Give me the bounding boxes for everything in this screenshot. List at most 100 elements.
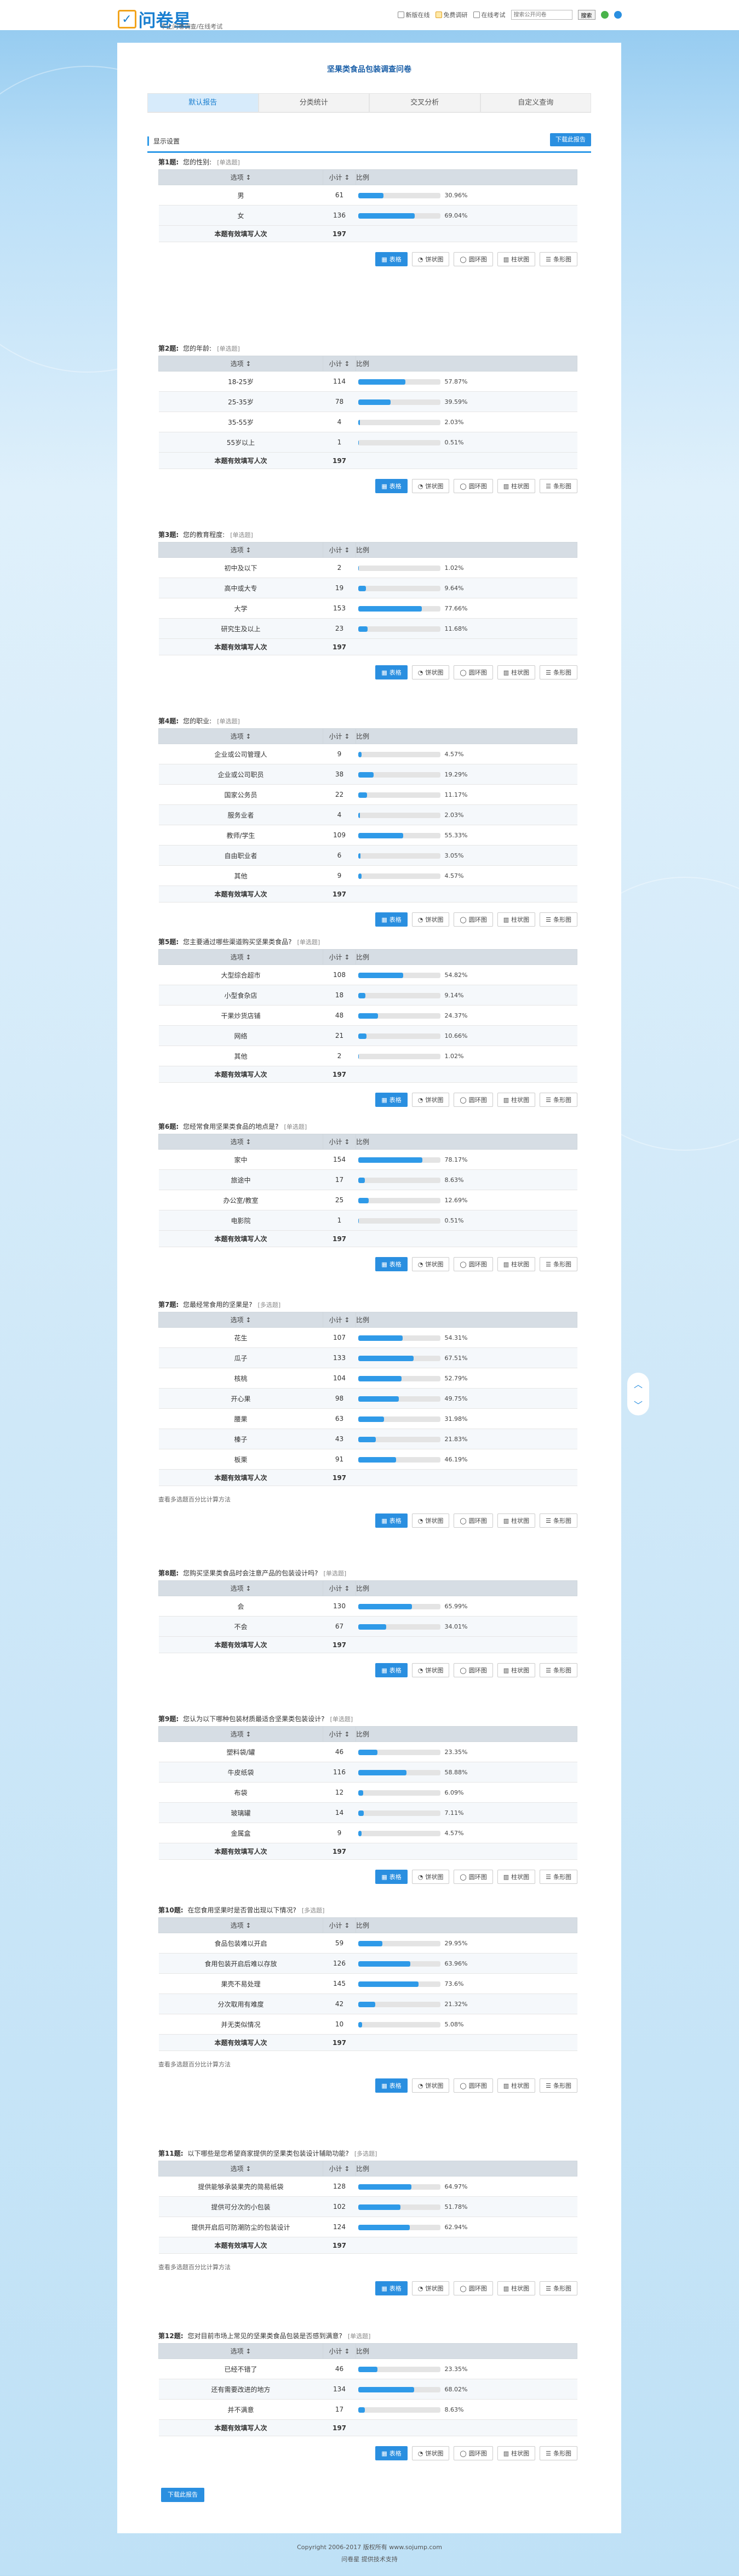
pie-chart-button[interactable]: ◔ 饼状图 <box>411 479 450 493</box>
bar-chart-button[interactable]: ☰ 条形图 <box>540 665 577 679</box>
col-option[interactable]: 选项 ↕ <box>158 728 323 744</box>
table-button[interactable]: ▦ 表格 <box>375 2078 408 2093</box>
pie-chart-button[interactable]: ◔ 饼状图 <box>411 2446 450 2460</box>
col-option[interactable]: 选项 ↕ <box>158 1580 323 1596</box>
donut-chart-button[interactable]: ◯ 圆环图 <box>454 912 493 927</box>
donut-chart-button[interactable]: ◯ 圆环图 <box>454 2446 493 2460</box>
pie-chart-button[interactable]: ◔ 饼状图 <box>411 1257 450 1271</box>
donut-chart-button[interactable]: ◯ 圆环图 <box>454 665 493 679</box>
table-button[interactable]: ▦ 表格 <box>375 2446 408 2460</box>
bar-chart-button[interactable]: ☰ 条形图 <box>540 252 577 266</box>
column-chart-button[interactable]: ▥ 柱状图 <box>497 2446 536 2460</box>
table-button[interactable]: ▦ 表格 <box>375 1257 408 1271</box>
column-chart-button[interactable]: ▥ 柱状图 <box>497 912 536 927</box>
share-icon[interactable] <box>600 11 609 19</box>
multi-choice-note-link[interactable]: 查看多选题百分比计算方法 <box>158 2263 577 2271</box>
multi-choice-note-link[interactable]: 查看多选题百分比计算方法 <box>158 2060 577 2069</box>
col-option[interactable]: 选项 ↕ <box>158 1726 323 1742</box>
table-button[interactable]: ▦ 表格 <box>375 1093 408 1107</box>
column-chart-button[interactable]: ▥ 柱状图 <box>497 2281 536 2295</box>
scroll-down-icon[interactable]: ﹀ <box>634 1398 643 1411</box>
col-count[interactable]: 小计 ↕ <box>323 949 356 965</box>
table-button[interactable]: ▦ 表格 <box>375 252 408 266</box>
column-chart-button[interactable]: ▥ 柱状图 <box>497 1870 536 1884</box>
top-link-new[interactable]: 新版在线 <box>397 10 430 19</box>
col-option[interactable]: 选项 ↕ <box>158 542 323 558</box>
col-count[interactable]: 小计 ↕ <box>323 1312 356 1328</box>
table-button[interactable]: ▦ 表格 <box>375 665 408 679</box>
tab-category-stats[interactable]: 分类统计 <box>258 93 369 112</box>
tab-default-report[interactable]: 默认报告 <box>147 93 259 112</box>
col-option[interactable]: 选项 ↕ <box>158 169 323 185</box>
column-chart-button[interactable]: ▥ 柱状图 <box>497 2078 536 2093</box>
table-button[interactable]: ▦ 表格 <box>375 912 408 927</box>
column-chart-button[interactable]: ▥ 柱状图 <box>497 1513 536 1528</box>
donut-chart-button[interactable]: ◯ 圆环图 <box>454 2078 493 2093</box>
donut-chart-button[interactable]: ◯ 圆环图 <box>454 1513 493 1528</box>
table-button[interactable]: ▦ 表格 <box>375 2281 408 2295</box>
bar-chart-button[interactable]: ☰ 条形图 <box>540 1513 577 1528</box>
column-chart-button[interactable]: ▥ 柱状图 <box>497 665 536 679</box>
col-option[interactable]: 选项 ↕ <box>158 949 323 965</box>
download-report-button[interactable]: 下载此报告 <box>550 133 591 146</box>
multi-choice-note-link[interactable]: 查看多选题百分比计算方法 <box>158 1495 577 1504</box>
col-option[interactable]: 选项 ↕ <box>158 2343 323 2359</box>
top-link-exam[interactable]: 在线考试 <box>473 10 506 19</box>
bar-chart-button[interactable]: ☰ 条形图 <box>540 2446 577 2460</box>
col-option[interactable]: 选项 ↕ <box>158 356 323 372</box>
donut-chart-button[interactable]: ◯ 圆环图 <box>454 252 493 266</box>
pie-chart-button[interactable]: ◔ 饼状图 <box>411 2078 450 2093</box>
pie-chart-button[interactable]: ◔ 饼状图 <box>411 1513 450 1528</box>
col-count[interactable]: 小计 ↕ <box>323 542 356 558</box>
table-button[interactable]: ▦ 表格 <box>375 1513 408 1528</box>
pie-chart-button[interactable]: ◔ 饼状图 <box>411 252 450 266</box>
col-option[interactable]: 选项 ↕ <box>158 1134 323 1150</box>
bar-chart-button[interactable]: ☰ 条形图 <box>540 1870 577 1884</box>
table-button[interactable]: ▦ 表格 <box>375 479 408 493</box>
tab-cross-analysis[interactable]: 交叉分析 <box>369 93 480 112</box>
column-chart-button[interactable]: ▥ 柱状图 <box>497 1257 536 1271</box>
column-chart-button[interactable]: ▥ 柱状图 <box>497 252 536 266</box>
bar-chart-button[interactable]: ☰ 条形图 <box>540 1663 577 1677</box>
display-settings-link[interactable]: 显示设置 <box>147 136 180 146</box>
pie-chart-button[interactable]: ◔ 饼状图 <box>411 912 450 927</box>
donut-chart-button[interactable]: ◯ 圆环图 <box>454 479 493 493</box>
pie-chart-button[interactable]: ◔ 饼状图 <box>411 2281 450 2295</box>
pie-chart-button[interactable]: ◔ 饼状图 <box>411 1663 450 1677</box>
bar-chart-button[interactable]: ☰ 条形图 <box>540 479 577 493</box>
pie-chart-button[interactable]: ◔ 饼状图 <box>411 1870 450 1884</box>
pie-chart-button[interactable]: ◔ 饼状图 <box>411 665 450 679</box>
column-chart-button[interactable]: ▥ 柱状图 <box>497 1663 536 1677</box>
bar-chart-button[interactable]: ☰ 条形图 <box>540 1093 577 1107</box>
col-count[interactable]: 小计 ↕ <box>323 2161 356 2177</box>
column-chart-button[interactable]: ▥ 柱状图 <box>497 479 536 493</box>
table-button[interactable]: ▦ 表格 <box>375 1870 408 1884</box>
search-input[interactable] <box>511 10 572 20</box>
col-count[interactable]: 小计 ↕ <box>323 1726 356 1742</box>
col-count[interactable]: 小计 ↕ <box>323 2343 356 2359</box>
tab-custom-query[interactable]: 自定义查询 <box>480 93 591 112</box>
table-button[interactable]: ▦ 表格 <box>375 1663 408 1677</box>
donut-chart-button[interactable]: ◯ 圆环图 <box>454 1257 493 1271</box>
col-count[interactable]: 小计 ↕ <box>323 356 356 372</box>
bar-chart-button[interactable]: ☰ 条形图 <box>540 2281 577 2295</box>
pie-chart-button[interactable]: ◔ 饼状图 <box>411 1093 450 1107</box>
help-icon[interactable] <box>614 11 622 19</box>
col-option[interactable]: 选项 ↕ <box>158 2161 323 2177</box>
col-count[interactable]: 小计 ↕ <box>323 169 356 185</box>
scroll-up-icon[interactable]: ︿ <box>634 1377 643 1390</box>
donut-chart-button[interactable]: ◯ 圆环图 <box>454 1663 493 1677</box>
bar-chart-button[interactable]: ☰ 条形图 <box>540 2078 577 2093</box>
search-button[interactable]: 搜索 <box>577 10 595 20</box>
col-option[interactable]: 选项 ↕ <box>158 1917 323 1933</box>
col-count[interactable]: 小计 ↕ <box>323 1134 356 1150</box>
top-link-survey[interactable]: 免费调研 <box>435 10 468 19</box>
col-option[interactable]: 选项 ↕ <box>158 1312 323 1328</box>
col-count[interactable]: 小计 ↕ <box>323 1580 356 1596</box>
column-chart-button[interactable]: ▥ 柱状图 <box>497 1093 536 1107</box>
donut-chart-button[interactable]: ◯ 圆环图 <box>454 1870 493 1884</box>
donut-chart-button[interactable]: ◯ 圆环图 <box>454 1093 493 1107</box>
download-report-button-bottom[interactable]: 下载此报告 <box>161 2488 204 2502</box>
bar-chart-button[interactable]: ☰ 条形图 <box>540 912 577 927</box>
col-count[interactable]: 小计 ↕ <box>323 1917 356 1933</box>
